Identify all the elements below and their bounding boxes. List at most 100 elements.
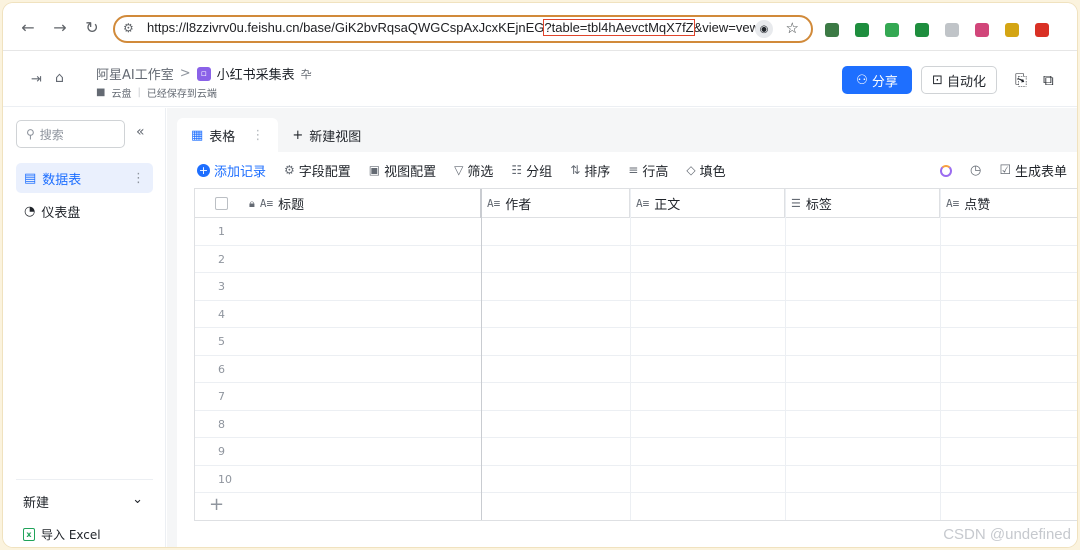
- collapse-sidebar-icon[interactable]: «: [136, 124, 145, 140]
- row-number: 6: [218, 362, 225, 376]
- column-label: 点赞: [964, 198, 991, 213]
- import-label: 导入 Excel: [41, 528, 101, 542]
- table-row[interactable]: 8: [195, 411, 1077, 438]
- lock-icon: 🔒︎: [249, 196, 255, 210]
- field-config-button[interactable]: ⚙ 字段配置: [284, 161, 351, 180]
- column-header-body[interactable]: A≡ 正文: [630, 189, 785, 218]
- more-options-icon[interactable]: ⋮: [251, 128, 264, 143]
- automation-button[interactable]: ⊡ 自动化: [921, 66, 997, 94]
- lens-icon[interactable]: ◉: [755, 20, 773, 38]
- generate-form-button[interactable]: ☑ 生成表单: [999, 161, 1067, 180]
- row-height-button[interactable]: ≡ 行高: [628, 161, 668, 180]
- column-header-title[interactable]: 🔒︎ A≡ 标题: [195, 189, 481, 218]
- dashboard-icon: ◔: [24, 203, 36, 219]
- select-all-checkbox[interactable]: [215, 197, 228, 210]
- sidebar-item-dashboard[interactable]: ◔ 仪表盘: [16, 196, 153, 226]
- sort-label: 排序: [584, 164, 611, 180]
- app-frame: ← → ↻ ⚙ https://l8zzivrv0u.feishu.cn/bas…: [3, 3, 1077, 547]
- table-row[interactable]: 1: [195, 218, 1077, 246]
- table-toolbar: + 添加记录 ⚙ 字段配置 ▣ 视图配置 ▽ 筛选 ☷ 分组 ⇅ 排序 ≡ 行高 ◇ 填色 ◷ …: [177, 152, 1077, 188]
- base-app-icon: ▫: [196, 66, 211, 81]
- table-row[interactable]: 4: [195, 301, 1077, 328]
- menu-toggle-icon[interactable]: ⇥: [31, 72, 42, 87]
- row-number: 5: [218, 335, 225, 348]
- table-row[interactable]: 3: [195, 273, 1077, 301]
- reload-icon[interactable]: ↻: [81, 16, 103, 38]
- filter-button[interactable]: ▽ 筛选: [454, 161, 493, 180]
- sort-button[interactable]: ⇅ 排序: [570, 161, 610, 180]
- forward-icon[interactable]: →: [49, 16, 71, 38]
- main-area: ▦ 表格 ⋮ + 新建视图 + 添加记录 ⚙ 字段配置 ▣ 视图配置 ▽ 筛选 ☷ 分组 …: [167, 108, 1077, 547]
- column-divider: [630, 189, 631, 520]
- url-text[interactable]: https://l8zzivrv0u.feishu.cn/base/GiK2bv…: [147, 19, 766, 36]
- home-icon[interactable]: ⌂: [55, 70, 64, 86]
- view-tabs: ▦ 表格 ⋮ + 新建视图: [177, 118, 375, 152]
- table-row[interactable]: 10: [195, 466, 1077, 493]
- add-row-button[interactable]: +: [209, 494, 224, 515]
- ai-assistant-icon[interactable]: [939, 164, 952, 177]
- fill-color-button[interactable]: ◇ 填色: [686, 161, 725, 180]
- row-number: 4: [218, 307, 225, 321]
- share-label: 分享: [871, 74, 898, 90]
- column-header-tags[interactable]: ☰ 标签: [785, 189, 940, 218]
- column-header-author[interactable]: A≡ 作者: [481, 189, 630, 218]
- fill-color-label: 填色: [699, 164, 726, 180]
- sidebar-item-data-table[interactable]: ▤ 数据表 ⋮: [16, 163, 153, 193]
- extension-check-icon[interactable]: [915, 23, 929, 37]
- table-row[interactable]: 6: [195, 356, 1077, 383]
- column-divider: [940, 189, 941, 520]
- extension-scissors-icon[interactable]: [885, 23, 899, 37]
- sidebar: ⚲ 搜索 « ▤ 数据表 ⋮ ◔ 仪表盘 新建 ⌄ x 导入 Excel: [3, 108, 166, 547]
- share-users-icon: ⚇: [856, 72, 868, 88]
- location-label[interactable]: 云盘: [111, 85, 131, 100]
- search-input[interactable]: ⚲ 搜索: [16, 120, 125, 148]
- extension-video-icon[interactable]: [1035, 23, 1049, 37]
- view-config-button[interactable]: ▣ 视图配置: [369, 161, 436, 180]
- plugin-icon[interactable]: ⧉: [1043, 71, 1054, 89]
- extension-crown-icon[interactable]: [1005, 23, 1019, 37]
- address-bar[interactable]: ⚙ https://l8zzivrv0u.feishu.cn/base/GiK2…: [113, 15, 813, 43]
- column-label: 标签: [805, 198, 832, 213]
- url-base: https://l8zzivrv0u.feishu.cn/base/GiK2bv…: [147, 20, 545, 35]
- automation-label: 自动化: [946, 74, 986, 90]
- table-row[interactable]: 5: [195, 328, 1077, 356]
- tab-grid-view[interactable]: ▦ 表格 ⋮: [177, 118, 279, 152]
- column-header-likes[interactable]: A≡ 点赞: [940, 189, 1077, 218]
- share-button[interactable]: ⚇ 分享: [842, 66, 912, 94]
- more-options-icon[interactable]: ⋮: [132, 171, 145, 186]
- row-height-label: 行高: [642, 164, 669, 180]
- paint-bucket-icon: ◇: [686, 163, 696, 177]
- history-icon[interactable]: ◷: [970, 163, 981, 178]
- site-settings-icon[interactable]: ⚙: [123, 21, 139, 37]
- back-icon[interactable]: ←: [17, 16, 39, 38]
- group-button[interactable]: ☷ 分组: [511, 161, 552, 180]
- document-icon[interactable]: ⎘: [1015, 71, 1027, 89]
- grid-header: 🔒︎ A≡ 标题 A≡ 作者 A≡ 正文 ☰ 标签 A≡ 点赞: [195, 189, 1077, 218]
- chevron-down-icon: ⌄: [132, 492, 143, 507]
- gear-icon: ⚙: [284, 163, 295, 177]
- app-header: ⇥ ⌂ 阿星AI工作室 > ▫ 小红书采集表 卆 ■ 云盘 | 已经保存到云端 …: [3, 51, 1077, 107]
- bookmark-star-icon[interactable]: ☆: [786, 19, 799, 37]
- workspace-link[interactable]: 阿星AI工作室: [96, 64, 174, 83]
- base-title[interactable]: 小红书采集表: [217, 64, 295, 83]
- add-circle-icon: +: [197, 163, 210, 177]
- browser-toolbar: ← → ↻ ⚙ https://l8zzivrv0u.feishu.cn/bas…: [3, 3, 1077, 51]
- add-record-button[interactable]: + 添加记录: [197, 161, 266, 180]
- frozen-column-divider[interactable]: [481, 189, 482, 520]
- import-excel-button[interactable]: x 导入 Excel: [23, 526, 101, 543]
- table-row[interactable]: 2: [195, 246, 1077, 273]
- pin-icon[interactable]: 卆: [301, 66, 312, 82]
- extension-sheets-icon[interactable]: [855, 23, 869, 37]
- sidebar-item-label: 仪表盘: [41, 205, 81, 221]
- new-menu[interactable]: 新建 ⌄: [23, 492, 143, 511]
- extension-save-icon[interactable]: [825, 23, 839, 37]
- table-row[interactable]: 7: [195, 383, 1077, 411]
- column-divider: [785, 189, 786, 520]
- text-field-icon: A≡: [259, 197, 274, 210]
- sort-icon: ⇅: [570, 163, 581, 177]
- extension-image-icon[interactable]: [975, 23, 989, 37]
- extension-a-icon[interactable]: [945, 23, 959, 37]
- new-view-button[interactable]: + 新建视图: [278, 118, 375, 152]
- right-toolbar: ◷ ☑ 生成表单: [939, 161, 1067, 180]
- table-row[interactable]: 9: [195, 438, 1077, 466]
